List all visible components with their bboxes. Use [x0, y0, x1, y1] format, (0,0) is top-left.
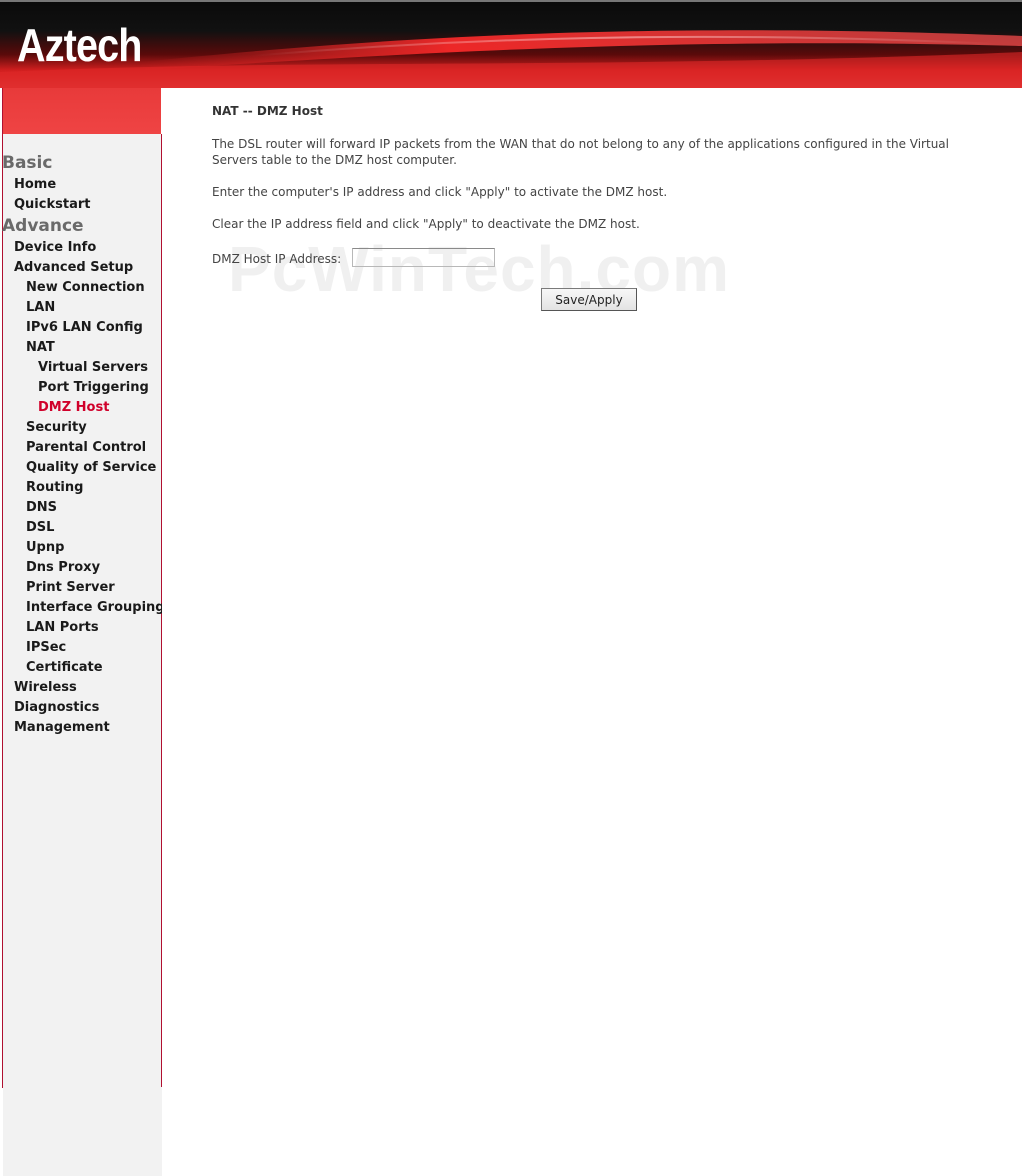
sidebar-item-new-connection[interactable]: New Connection [26, 280, 145, 295]
sidebar-item-home[interactable]: Home [14, 177, 56, 192]
dmz-ip-label: DMZ Host IP Address: [212, 252, 342, 266]
sidebar-item-virtual-servers[interactable]: Virtual Servers [38, 360, 148, 375]
sidebar-item-management[interactable]: Management [14, 720, 110, 735]
sidebar-footer [3, 1087, 172, 1176]
sidebar-item-device-info[interactable]: Device Info [14, 240, 96, 255]
sidebar-item-interface-grouping[interactable]: Interface Grouping [26, 600, 165, 615]
red-swoosh-graphic [0, 30, 1022, 88]
section-advance: Advance [2, 216, 84, 236]
router-admin-page: Aztech Basic Home Quickstart Advance Dev… [0, 0, 1022, 1176]
activate-instruction: Enter the computer's IP address and clic… [212, 185, 668, 199]
section-basic: Basic [2, 153, 53, 173]
sidebar-item-wireless[interactable]: Wireless [14, 680, 77, 695]
sidebar-item-ipv6-lan-config[interactable]: IPv6 LAN Config [26, 320, 143, 335]
save-apply-button[interactable]: Save/Apply [541, 288, 637, 311]
sidebar-item-port-triggering[interactable]: Port Triggering [38, 380, 149, 395]
sidebar-item-security[interactable]: Security [26, 420, 87, 435]
sidebar-header-band [3, 88, 161, 134]
sidebar-item-ipsec[interactable]: IPSec [26, 640, 66, 655]
sidebar-item-routing[interactable]: Routing [26, 480, 83, 495]
aztech-logo: Aztech [17, 19, 142, 71]
sidebar-item-lan[interactable]: LAN [26, 300, 55, 315]
sidebar-item-quality-of-service[interactable]: Quality of Service [26, 460, 156, 475]
sidebar-item-nat[interactable]: NAT [26, 340, 55, 355]
sidebar-item-advanced-setup[interactable]: Advanced Setup [14, 260, 133, 275]
sidebar-item-dns-proxy[interactable]: Dns Proxy [26, 560, 100, 575]
sidebar-item-dns[interactable]: DNS [26, 500, 57, 515]
sidebar-item-quickstart[interactable]: Quickstart [14, 197, 90, 212]
sidebar-item-print-server[interactable]: Print Server [26, 580, 115, 595]
sidebar-item-diagnostics[interactable]: Diagnostics [14, 700, 99, 715]
sidebar-item-lan-ports[interactable]: LAN Ports [26, 620, 99, 635]
sidebar-item-certificate[interactable]: Certificate [26, 660, 103, 675]
header-banner: Aztech [0, 0, 1022, 88]
sidebar-item-dmz-host[interactable]: DMZ Host [38, 400, 109, 415]
sidebar-item-dsl[interactable]: DSL [26, 520, 54, 535]
description-paragraph: The DSL router will forward IP packets f… [212, 137, 949, 167]
dmz-ip-input[interactable] [352, 248, 495, 267]
deactivate-instruction: Clear the IP address field and click "Ap… [212, 217, 640, 231]
page-title: NAT -- DMZ Host [212, 104, 323, 118]
sidebar-item-parental-control[interactable]: Parental Control [26, 440, 146, 455]
sidebar-item-upnp[interactable]: Upnp [26, 540, 64, 555]
